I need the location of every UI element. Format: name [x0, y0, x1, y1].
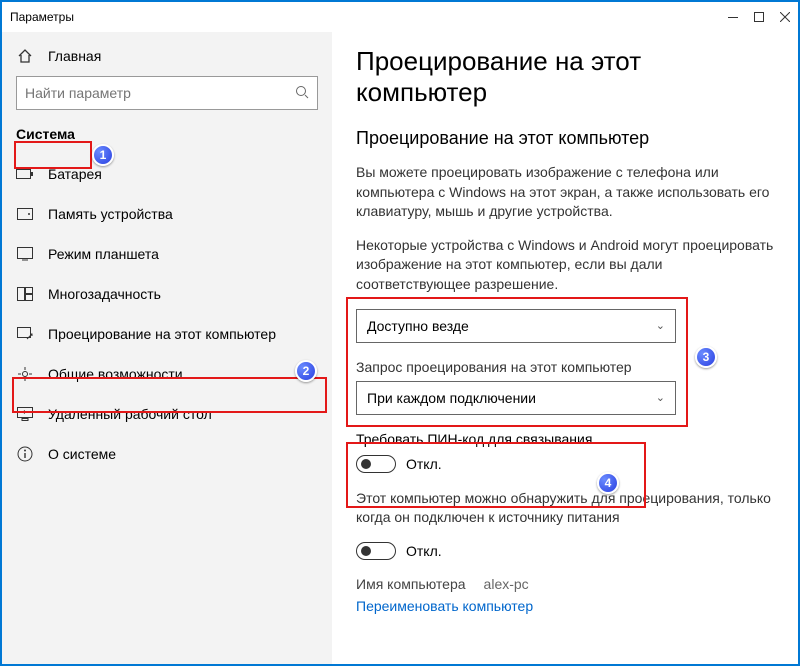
maximize-button[interactable] — [754, 12, 764, 22]
sidebar-item-label: Проецирование на этот компьютер — [48, 326, 276, 342]
pin-toggle-state: Откл. — [406, 456, 442, 472]
sidebar-item-label: Многозадачность — [48, 286, 161, 302]
minimize-button[interactable] — [728, 12, 738, 22]
battery-icon — [16, 168, 34, 180]
rename-link[interactable]: Переименовать компьютер — [356, 598, 774, 614]
shared-icon — [16, 366, 34, 382]
sidebar-item-label: Батарея — [48, 166, 102, 182]
sidebar-item-about[interactable]: О системе — [2, 434, 332, 474]
pin-toggle[interactable] — [356, 455, 396, 473]
ask-label: Запрос проецирования на этот компьютер — [356, 359, 774, 375]
sidebar: Главная Система Батарея Память устройств… — [2, 32, 332, 664]
sidebar-item-multitasking[interactable]: Многозадачность — [2, 274, 332, 314]
pin-label: Требовать ПИН-код для связывания — [356, 431, 774, 447]
storage-icon — [16, 208, 34, 220]
select-value: Доступно везде — [367, 318, 469, 334]
project-icon — [16, 327, 34, 341]
sidebar-item-storage[interactable]: Память устройства — [2, 194, 332, 234]
sidebar-item-label: Удаленный рабочий стол — [48, 406, 212, 422]
chevron-down-icon: ⌄ — [656, 391, 665, 404]
tablet-icon — [16, 247, 34, 261]
main-content: Проецирование на этот компьютер Проециро… — [332, 32, 798, 664]
select-value: При каждом подключении — [367, 390, 536, 406]
sidebar-item-label: О системе — [48, 446, 116, 462]
search-input-wrap[interactable] — [16, 76, 318, 110]
sidebar-item-battery[interactable]: Батарея — [2, 154, 332, 194]
home-icon — [16, 48, 34, 64]
power-label: Этот компьютер можно обнаружить для прое… — [356, 489, 774, 528]
section-label-system: Система — [2, 120, 332, 154]
home-button[interactable]: Главная — [2, 40, 332, 76]
ask-select[interactable]: При каждом подключении ⌄ — [356, 381, 676, 415]
sidebar-item-label: Память устройства — [48, 206, 173, 222]
search-icon — [295, 85, 309, 102]
sidebar-item-remote-desktop[interactable]: Удаленный рабочий стол — [2, 394, 332, 434]
close-button[interactable] — [780, 12, 790, 22]
page-title: Проецирование на этот компьютер — [356, 46, 774, 108]
sidebar-item-tablet-mode[interactable]: Режим планшета — [2, 234, 332, 274]
power-toggle[interactable] — [356, 542, 396, 560]
section-heading: Проецирование на этот компьютер — [356, 128, 774, 149]
home-label: Главная — [48, 48, 101, 64]
remote-desktop-icon — [16, 407, 34, 421]
description-1: Вы можете проецировать изображение с тел… — [356, 163, 774, 222]
pcname-value: alex-pc — [484, 576, 529, 592]
info-icon — [16, 446, 34, 462]
sidebar-item-label: Общие возможности — [48, 366, 183, 382]
pcname-label: Имя компьютера — [356, 576, 466, 592]
chevron-down-icon: ⌄ — [656, 319, 665, 332]
sidebar-item-label: Режим планшета — [48, 246, 159, 262]
power-toggle-state: Откл. — [406, 543, 442, 559]
titlebar: Параметры — [2, 2, 798, 32]
availability-select[interactable]: Доступно везде ⌄ — [356, 309, 676, 343]
sidebar-item-shared[interactable]: Общие возможности — [2, 354, 332, 394]
window-controls — [728, 12, 790, 22]
window-title: Параметры — [10, 10, 728, 24]
description-2: Некоторые устройства с Windows и Android… — [356, 236, 774, 295]
sidebar-item-projecting[interactable]: Проецирование на этот компьютер — [2, 314, 332, 354]
search-input[interactable] — [25, 85, 295, 101]
multitasking-icon — [16, 287, 34, 301]
